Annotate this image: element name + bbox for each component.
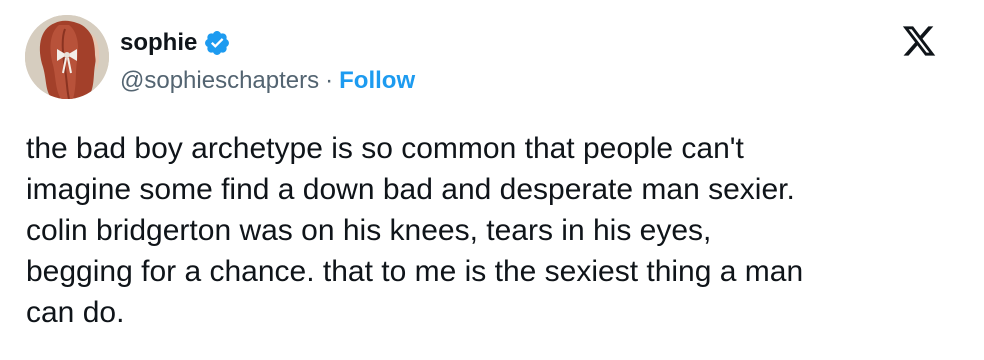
verified-badge-icon	[203, 29, 231, 57]
avatar[interactable]	[25, 15, 109, 99]
tweet-line: the bad boy archetype is so common that …	[26, 132, 744, 165]
author-name-row: sophie	[120, 27, 231, 59]
tweet-line: begging for a chance. that to me is the …	[26, 255, 804, 288]
tweet-line: imagine some find a down bad and despera…	[26, 173, 795, 206]
follow-button[interactable]: Follow	[339, 64, 415, 98]
tweet-line: can do.	[26, 296, 125, 329]
author-handle-row: @sophieschapters · Follow	[120, 64, 415, 98]
tweet-line: colin bridgerton was on his knees, tears…	[26, 214, 712, 247]
tweet-body: the bad boy archetype is so common that …	[26, 128, 966, 333]
author-handle[interactable]: @sophieschapters	[120, 64, 319, 98]
author-display-name[interactable]: sophie	[120, 27, 197, 59]
tweet-card: sophie @sophieschapters · Follow the bad…	[0, 0, 984, 360]
avatar-photo	[25, 15, 109, 99]
x-logo-icon[interactable]	[901, 23, 937, 59]
separator-dot: ·	[325, 67, 334, 94]
